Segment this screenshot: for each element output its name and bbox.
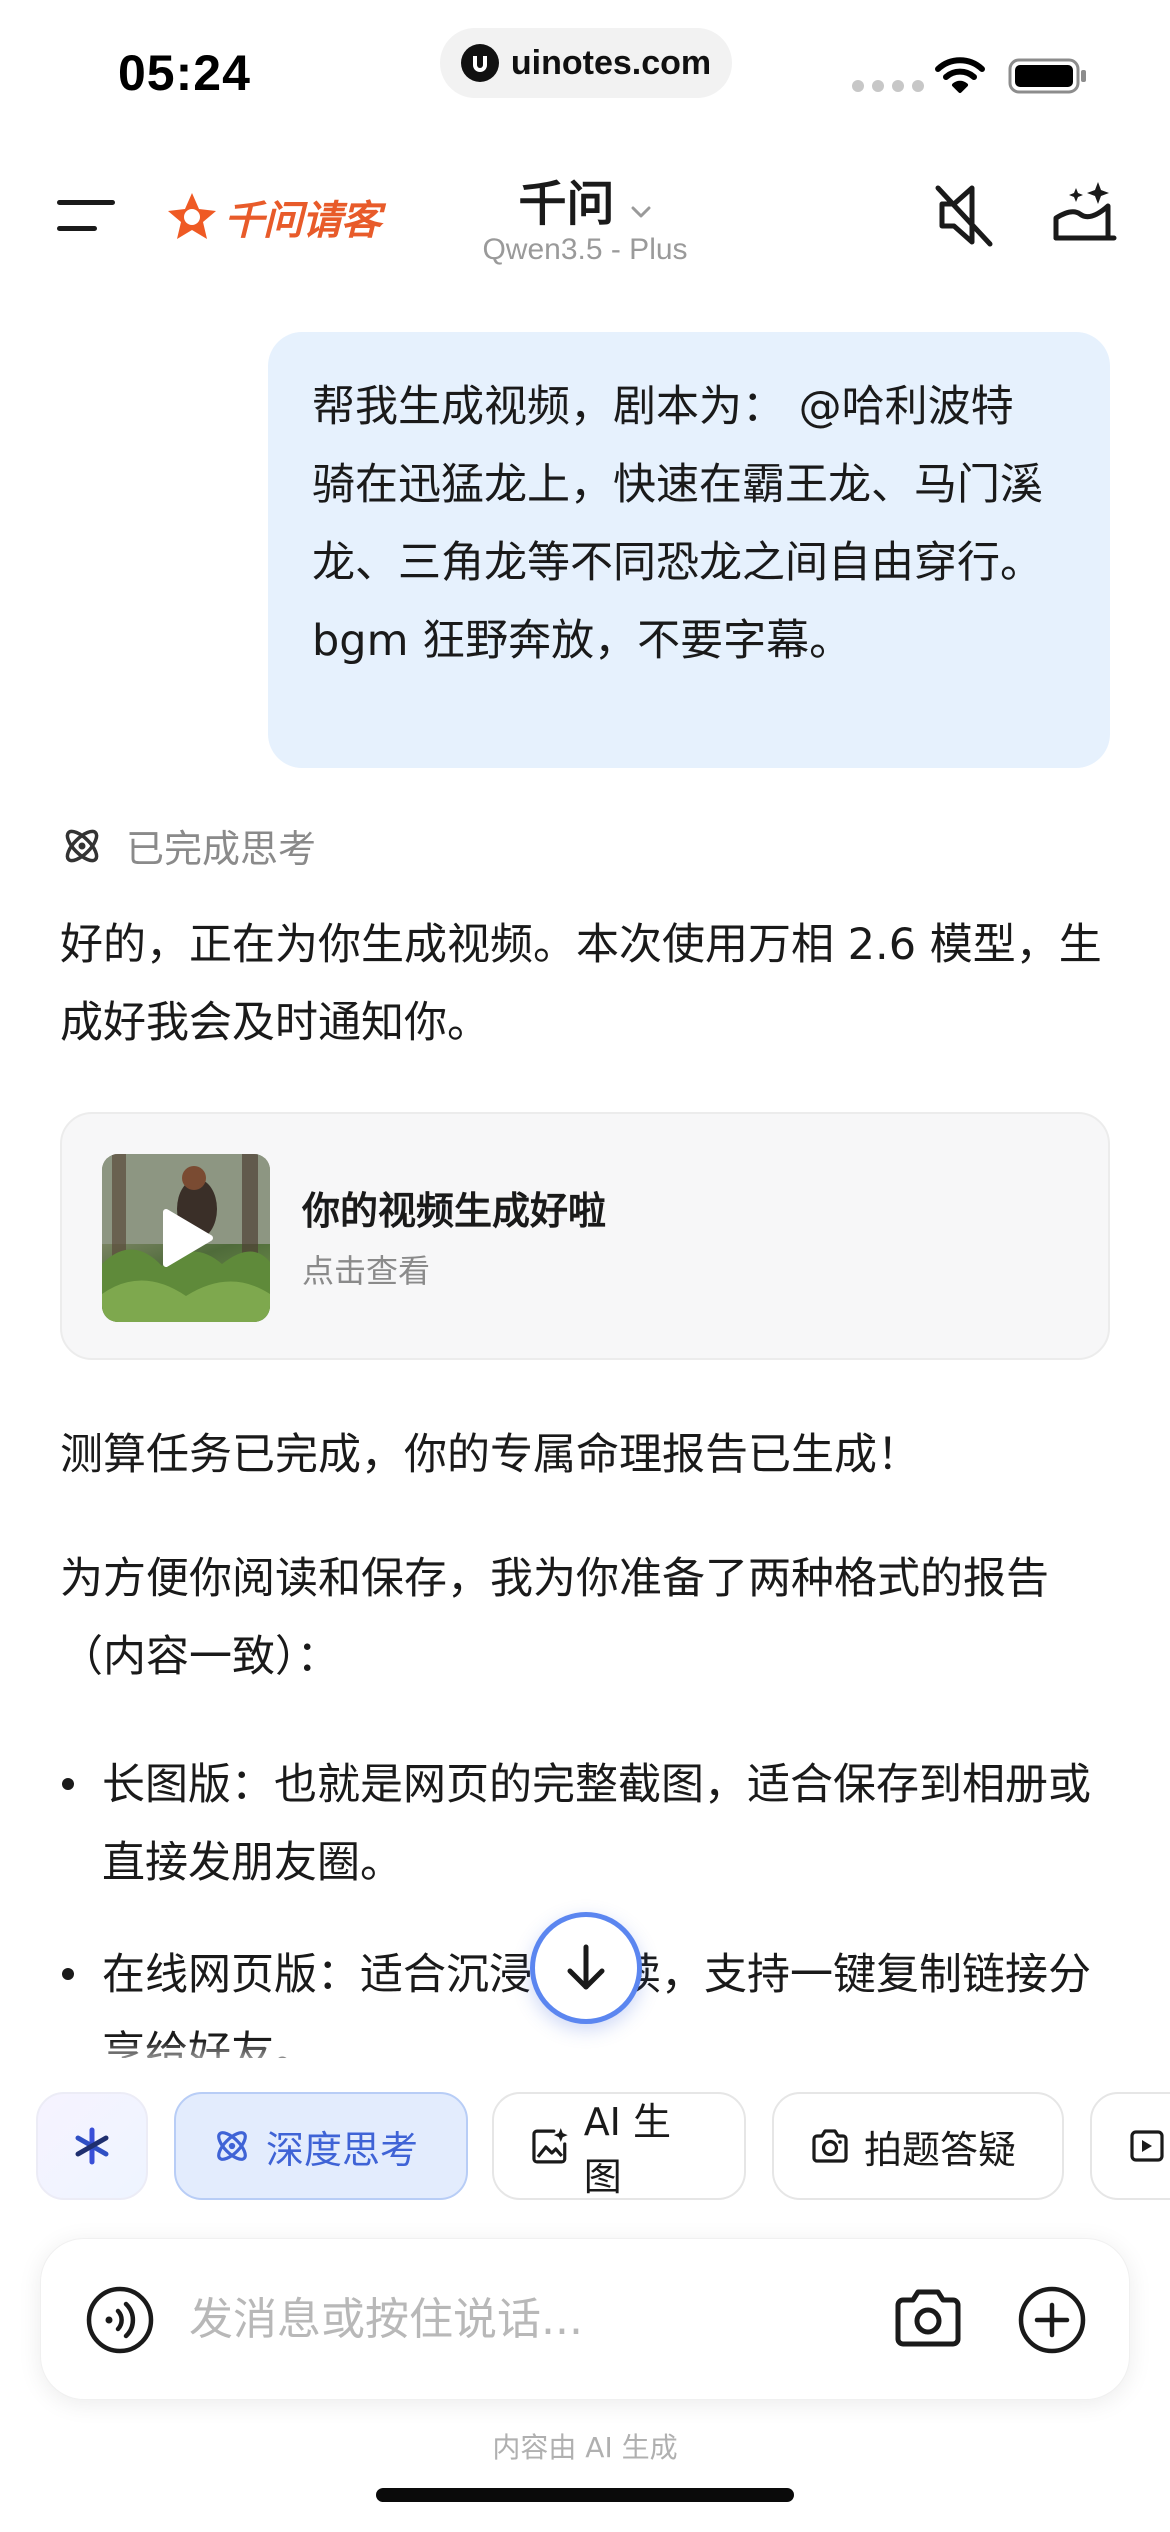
composer: [40, 2238, 1130, 2400]
arrow-down-icon: [567, 1944, 605, 1990]
mute-icon[interactable]: [932, 180, 996, 250]
wifi-icon: [935, 57, 985, 93]
video-card-subtitle: 点击查看: [302, 1252, 431, 1290]
user-message-bubble[interactable]: 帮我生成视频，剧本为： @哈利波特 骑在迅猛龙上，快速在霸王龙、马门溪龙、三角龙…: [268, 332, 1110, 768]
camera-small-icon: [812, 2129, 848, 2163]
url-pill[interactable]: uinotes.com: [440, 28, 732, 98]
video-thumbnail: [102, 1154, 270, 1322]
user-message-text: 帮我生成视频，剧本为： @哈利波特 骑在迅猛龙上，快速在霸王龙、马门溪龙、三角龙…: [312, 382, 1057, 666]
signal-icon: [852, 80, 924, 92]
message-input[interactable]: [189, 2279, 749, 2359]
atom-icon: [217, 2131, 247, 2161]
deep-think-chip[interactable]: 深度思考: [174, 2092, 468, 2200]
deep-think-label: 深度思考: [266, 2127, 419, 2172]
chat-page: 05:24 uinotes.com 千问请客 千问 Qwen3.5 - Plus: [0, 0, 1170, 2532]
chevron-down-icon: [631, 206, 651, 217]
atom-icon: [65, 829, 99, 862]
scroll-to-bottom-button[interactable]: [530, 1912, 642, 2024]
ai-image-chip[interactable]: AI 生图: [492, 2092, 746, 2200]
ai-disclaimer: 内容由 AI 生成: [492, 2431, 678, 2464]
photo-qa-chip[interactable]: 拍题答疑: [772, 2092, 1064, 2200]
page-title: 千问: [518, 176, 615, 232]
bullet-dot: [62, 1778, 74, 1790]
plus-icon[interactable]: [1017, 2285, 1087, 2355]
camera-icon[interactable]: [893, 2285, 963, 2351]
site-logo-icon: [460, 44, 499, 82]
sparkle-asterisk-icon: [75, 2127, 109, 2165]
home-indicator[interactable]: [376, 2488, 794, 2502]
battery-icon: [1008, 58, 1086, 94]
assistant-reply-2: 测算任务已完成，你的专属命理报告已生成！: [60, 1430, 920, 1480]
list-item: 长图版：也就是网页的完整截图，适合保存到相册或直接发朋友圈。: [102, 1760, 1091, 1888]
more-chip[interactable]: [1090, 2092, 1170, 2200]
video-result-card[interactable]: 你的视频生成好啦 点击查看: [60, 1112, 1110, 1360]
model-name: Qwen3.5 - Plus: [482, 233, 688, 266]
thinking-label: 已完成思考: [126, 827, 317, 871]
image-sparkle-icon: [532, 2128, 568, 2164]
assistant-reply-1: 好的，正在为你生成视频。本次使用万相 2.6 模型，生成好我会及时通知你。: [60, 920, 1102, 1048]
voice-icon[interactable]: [85, 2285, 155, 2355]
status-time: 05:24: [118, 45, 251, 101]
new-chat-icon[interactable]: [1050, 178, 1120, 248]
assistant-reply-3: 为方便你阅读和保存，我为你准备了两种格式的报告（内容一致）：: [60, 1554, 1049, 1682]
thinking-status[interactable]: 已完成思考: [60, 818, 316, 873]
bullet-dot: [62, 1968, 74, 1980]
play-icon: [163, 1209, 213, 1267]
video-card-title: 你的视频生成好啦: [302, 1189, 607, 1233]
photo-qa-label: 拍题答疑: [864, 2127, 1017, 2172]
url-text: uinotes.com: [510, 43, 712, 82]
video-plus-icon: [1130, 2130, 1164, 2162]
magic-chip[interactable]: [36, 2092, 148, 2200]
ai-image-label: AI 生图: [583, 2100, 671, 2199]
